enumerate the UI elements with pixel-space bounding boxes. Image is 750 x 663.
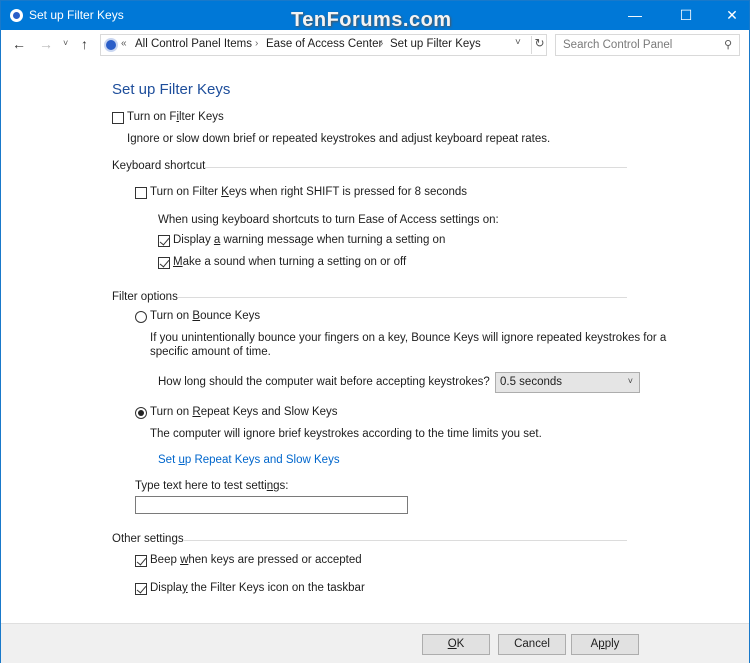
breadcrumb-separator-icon[interactable]: › (380, 38, 383, 49)
label-text: Displa (150, 582, 182, 594)
overflow-chevron-icon[interactable]: « (121, 38, 127, 49)
ease-of-access-icon (10, 9, 23, 22)
search-icon[interactable]: ⚲ (724, 38, 732, 51)
label-text: epeat Keys and Slow Keys (200, 406, 338, 418)
label-text: ake a sound when turning a setting on or… (182, 256, 407, 268)
cancel-button[interactable]: Cancel (498, 634, 566, 655)
breadcrumb-separator-icon[interactable]: › (255, 38, 258, 49)
page-title: Set up Filter Keys (112, 81, 231, 98)
filter-keys-description: Ignore or slow down brief or repeated ke… (127, 133, 551, 145)
label-text: Turn on F (127, 111, 177, 123)
label-text: hen keys are pressed or accepted (188, 554, 362, 566)
search-input[interactable] (556, 35, 716, 55)
taskbar-icon-label[interactable]: Display the Filter Keys icon on the task… (150, 582, 365, 594)
bounce-description-line2: specific amount of time. (150, 346, 271, 358)
taskbar-icon-checkbox[interactable] (135, 583, 147, 595)
filter-keys-window: Set up Filter Keys TenForums.com — ☐ ✕ ←… (0, 0, 750, 663)
label-text: Turn on (150, 406, 193, 418)
address-dropdown-icon[interactable]: ˅ (515, 37, 521, 48)
section-divider (178, 297, 627, 298)
repeat-keys-label[interactable]: Turn on Repeat Keys and Slow Keys (150, 406, 338, 418)
content-area: Set up Filter Keys Turn on Filter Keys I… (1, 61, 749, 623)
turn-on-filter-keys-checkbox[interactable] (112, 112, 124, 124)
forward-arrow-icon[interactable]: → (39, 36, 53, 52)
link-text: p Repeat Keys and Slow Keys (184, 454, 340, 466)
beep-label[interactable]: Beep when keys are pressed or accepted (150, 554, 362, 566)
label-text: eys when right SHIFT is pressed for 8 se… (228, 186, 468, 198)
label-text: Turn on (150, 310, 193, 322)
navigation-bar: ← → ˅ ↑ « All Control Panel Items › Ease… (1, 30, 749, 61)
breadcrumb-ease-of-access-center[interactable]: Ease of Access Center (266, 38, 382, 50)
other-settings-heading: Other settings (112, 533, 184, 545)
warning-message-checkbox[interactable] (158, 235, 170, 247)
back-arrow-icon[interactable]: ← (12, 36, 26, 52)
accelerator-key: R (192, 406, 201, 418)
breadcrumb-all-control-panel-items[interactable]: All Control Panel Items (135, 38, 252, 50)
up-arrow-icon[interactable]: ↑ (81, 36, 88, 52)
recent-locations-chevron-icon[interactable]: ˅ (63, 38, 68, 48)
label-text: warning message when turning a setting o… (220, 234, 446, 246)
shortcut-subheading: When using keyboard shortcuts to turn Ea… (158, 214, 499, 226)
minimize-button[interactable]: — (612, 1, 658, 30)
setup-repeat-slow-keys-link[interactable]: Set up Repeat Keys and Slow Keys (158, 454, 340, 466)
refresh-icon[interactable]: ↻ (531, 36, 547, 54)
chevron-down-icon: ˅ (627, 376, 633, 386)
shift-shortcut-checkbox[interactable] (135, 187, 147, 199)
make-sound-checkbox[interactable] (158, 257, 170, 269)
accelerator-key: O (447, 638, 457, 650)
label-text: lter Keys (179, 111, 224, 123)
label-text: the Filter Keys icon on the taskbar (187, 582, 365, 594)
beep-checkbox[interactable] (135, 555, 147, 567)
keyboard-shortcut-heading: Keyboard shortcut (112, 160, 206, 172)
ok-button[interactable]: OK (422, 634, 490, 655)
button-text: ply (604, 638, 620, 650)
wait-time-label: How long should the computer wait before… (158, 376, 490, 388)
repeat-keys-radio[interactable] (135, 407, 147, 419)
accelerator-key: M (173, 256, 183, 268)
shift-shortcut-label[interactable]: Turn on Filter Keys when right SHIFT is … (150, 186, 467, 198)
accelerator-key: K (221, 186, 229, 198)
watermark: TenForums.com (291, 9, 452, 31)
bounce-keys-radio[interactable] (135, 311, 147, 323)
button-bar: OK Cancel Apply (1, 623, 749, 663)
label-text: Turn on Filter (150, 186, 222, 198)
test-settings-label: Type text here to test settings: (135, 480, 288, 492)
apply-button[interactable]: Apply (571, 634, 639, 655)
window-title: Set up Filter Keys (29, 8, 124, 22)
bounce-keys-label[interactable]: Turn on Bounce Keys (150, 310, 260, 322)
test-settings-input[interactable] (135, 496, 408, 514)
maximize-button[interactable]: ☐ (663, 1, 709, 30)
link-text: Set (158, 454, 179, 466)
label-text: Beep (150, 554, 181, 566)
title-bar: Set up Filter Keys TenForums.com — ☐ ✕ (1, 1, 750, 31)
wait-time-dropdown[interactable]: 0.5 seconds ˅ (495, 372, 640, 393)
turn-on-filter-keys-label[interactable]: Turn on Filter Keys (127, 111, 224, 123)
control-panel-icon (104, 38, 118, 52)
wait-time-value: 0.5 seconds (500, 376, 563, 388)
bounce-description-line1: If you unintentionally bounce your finge… (150, 332, 667, 344)
button-text: K (456, 638, 465, 650)
accelerator-key: B (192, 310, 201, 322)
repeat-keys-description: The computer will ignore brief keystroke… (150, 428, 542, 440)
label-text: ounce Keys (200, 310, 261, 322)
filter-options-heading: Filter options (112, 291, 178, 303)
search-box[interactable]: ⚲ (555, 34, 740, 56)
section-divider (184, 540, 627, 541)
warning-message-label[interactable]: Display a warning message when turning a… (173, 234, 445, 246)
close-button[interactable]: ✕ (709, 1, 750, 30)
label-text: Type text here to test setti (135, 480, 267, 492)
make-sound-label[interactable]: Make a sound when turning a setting on o… (173, 256, 406, 268)
label-text: gs: (273, 480, 289, 492)
section-divider (205, 167, 627, 168)
breadcrumb-set-up-filter-keys[interactable]: Set up Filter Keys (390, 38, 481, 50)
label-text: Display (173, 234, 214, 246)
address-bar[interactable]: « All Control Panel Items › Ease of Acce… (100, 34, 547, 56)
